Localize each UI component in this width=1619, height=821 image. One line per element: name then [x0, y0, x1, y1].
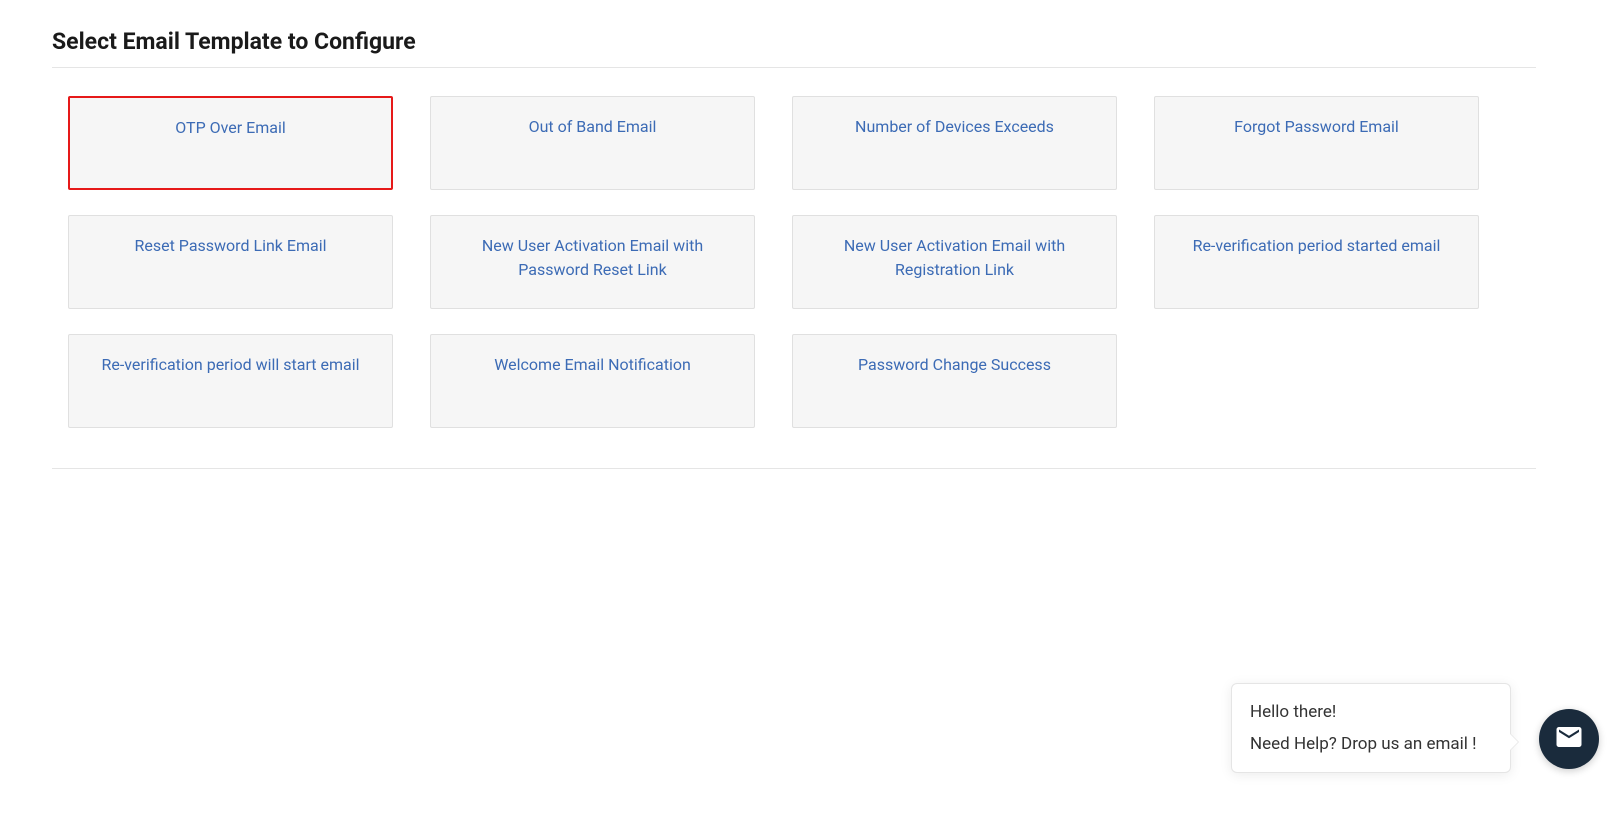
template-label: New User Activation Email with Password …: [445, 234, 740, 282]
template-card-out-of-band[interactable]: Out of Band Email: [430, 96, 755, 190]
template-label: Re-verification period will start email: [102, 353, 360, 377]
chat-button[interactable]: [1539, 709, 1599, 769]
template-card-reset-password-link[interactable]: Reset Password Link Email: [68, 215, 393, 309]
template-card-password-change-success[interactable]: Password Change Success: [792, 334, 1117, 428]
template-label: Password Change Success: [858, 353, 1051, 377]
template-card-new-user-password-reset[interactable]: New User Activation Email with Password …: [430, 215, 755, 309]
chat-help-text: Need Help? Drop us an email !: [1250, 734, 1492, 754]
template-label: Out of Band Email: [529, 115, 657, 139]
chat-popup: Hello there! Need Help? Drop us an email…: [1231, 683, 1511, 773]
template-card-reverification-started[interactable]: Re-verification period started email: [1154, 215, 1479, 309]
template-label: New User Activation Email with Registrat…: [807, 234, 1102, 282]
template-label: Reset Password Link Email: [135, 234, 327, 258]
page-title: Select Email Template to Configure: [52, 28, 1536, 68]
template-card-devices-exceeds[interactable]: Number of Devices Exceeds: [792, 96, 1117, 190]
section-divider: [52, 468, 1536, 469]
chat-popup-arrow: [1510, 734, 1518, 750]
template-card-new-user-registration[interactable]: New User Activation Email with Registrat…: [792, 215, 1117, 309]
template-label: Number of Devices Exceeds: [855, 115, 1054, 139]
template-card-welcome-email[interactable]: Welcome Email Notification: [430, 334, 755, 428]
template-label: Re-verification period started email: [1193, 234, 1441, 258]
template-card-reverification-will-start[interactable]: Re-verification period will start email: [68, 334, 393, 428]
template-label: Forgot Password Email: [1234, 115, 1399, 139]
template-card-otp-over-email[interactable]: OTP Over Email: [68, 96, 393, 190]
mail-icon: [1554, 722, 1584, 756]
template-card-forgot-password[interactable]: Forgot Password Email: [1154, 96, 1479, 190]
template-label: Welcome Email Notification: [494, 353, 691, 377]
template-label: OTP Over Email: [175, 116, 286, 140]
chat-greeting: Hello there!: [1250, 702, 1492, 722]
template-grid: OTP Over Email Out of Band Email Number …: [52, 96, 1587, 468]
